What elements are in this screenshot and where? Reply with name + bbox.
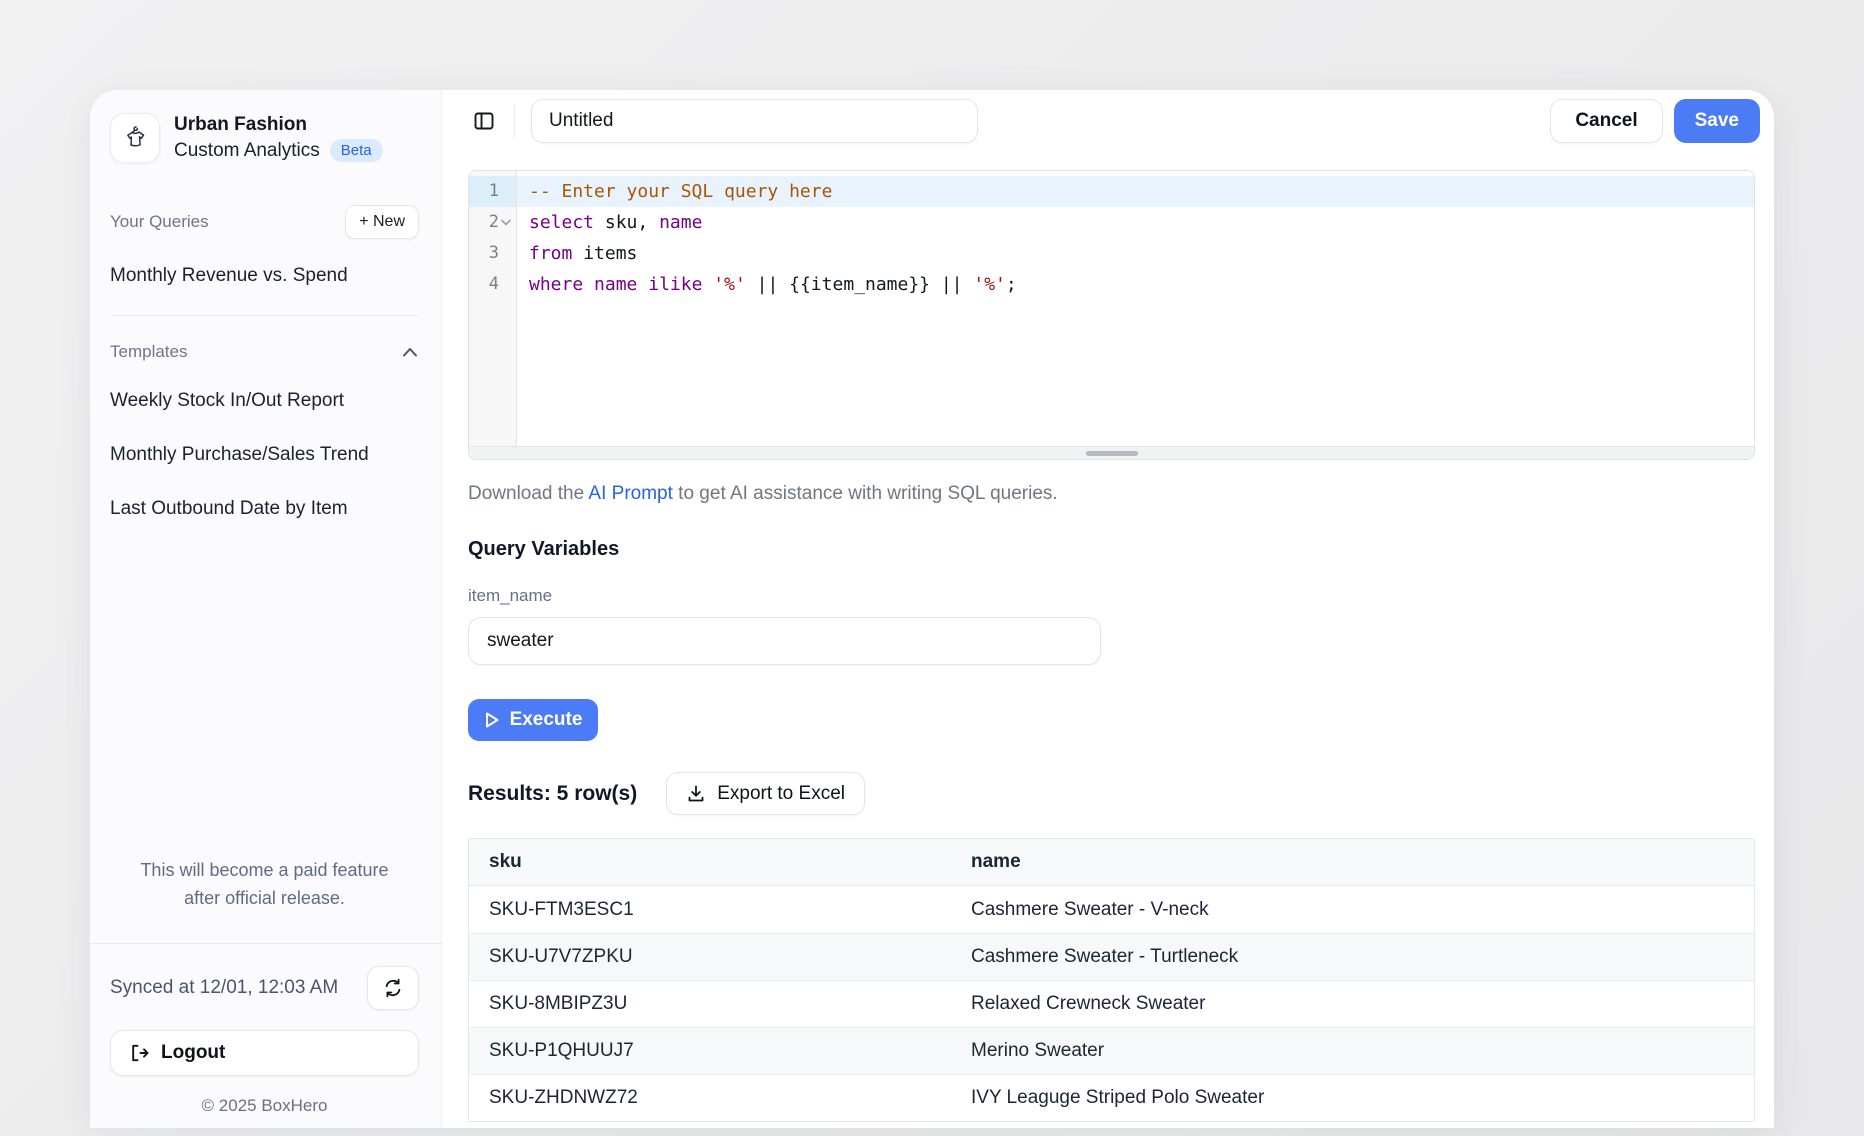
line-number: 2 [489,207,499,238]
save-button[interactable]: Save [1674,99,1760,143]
table-header-row: sku name [469,839,1754,886]
ai-prompt-link[interactable]: AI Prompt [588,483,672,504]
table-row: SKU-FTM3ESC1 Cashmere Sweater - V-neck [469,886,1754,933]
cell-sku: SKU-P1QHUUJ7 [469,1040,951,1062]
gutter-line: 4 [469,269,516,300]
app-window: Urban Fashion Custom Analytics Beta Your… [90,90,1774,1128]
table-row: SKU-U7V7ZPKU Cashmere Sweater - Turtlene… [469,933,1754,980]
table-row: SKU-P1QHUUJ7 Merino Sweater [469,1027,1754,1074]
sql-comment: -- Enter your SQL query here [529,181,832,202]
cell-name: IVY Leaguge Striped Polo Sweater [951,1087,1754,1109]
sidebar-footer-divider [90,943,441,944]
cell-sku: SKU-8MBIPZ3U [469,993,951,1015]
query-title-input[interactable] [531,99,978,143]
new-query-button[interactable]: + New [345,205,419,239]
synced-status-text: Synced at 12/01, 12:03 AM [110,977,338,999]
brand-logo [110,113,160,163]
paid-feature-notice-line2: after official release. [110,885,419,913]
brand: Urban Fashion Custom Analytics Beta [110,112,419,163]
results-table: sku name SKU-FTM3ESC1 Cashmere Sweater -… [468,838,1755,1122]
code-line: where name ilike '%' || {{item_name}} ||… [517,269,1754,300]
results-header-row: Results: 5 row(s) Export to Excel [468,772,1760,815]
templates-section-header: Templates [110,342,419,362]
sidebar-item-query[interactable]: Monthly Revenue vs. Spend [110,265,419,287]
cell-name: Merino Sweater [951,1040,1754,1062]
cell-sku: SKU-ZHDNWZ72 [469,1087,951,1109]
sync-row: Synced at 12/01, 12:03 AM [110,966,419,1010]
sidebar-divider [110,315,419,316]
column-header-sku: sku [469,851,951,873]
ai-assistance-note: Download the AI Prompt to get AI assista… [468,483,1760,505]
results-count-heading: Results: 5 row(s) [468,782,637,806]
cell-name: Relaxed Crewneck Sweater [951,993,1754,1015]
panel-left-icon [472,109,496,133]
variable-label-item-name: item_name [468,586,1760,606]
gutter-line: 2 [469,207,516,238]
toolbar: Cancel Save [468,97,1760,145]
beta-badge: Beta [330,139,383,162]
brand-title: Urban Fashion [174,112,383,138]
fold-chevron-icon[interactable] [501,219,511,226]
code-line: from items [517,238,1754,269]
line-number: 4 [489,269,499,300]
refresh-icon [383,978,403,998]
copyright-text: © 2025 BoxHero [110,1096,419,1116]
gutter-line: 1 [469,176,516,207]
queries-section-label: Your Queries [110,212,209,232]
sidebar-item-template[interactable]: Weekly Stock In/Out Report [110,374,419,428]
code-line: -- Enter your SQL query here [517,176,1754,207]
download-icon [686,784,706,804]
paid-feature-notice: This will become a paid feature after of… [110,857,419,913]
ai-note-suffix: to get AI assistance with writing SQL qu… [673,483,1058,504]
line-number: 3 [489,238,499,269]
editor-gutter: 1 2 3 [469,171,517,446]
cell-name: Cashmere Sweater - Turtleneck [951,946,1754,968]
cell-sku: SKU-U7V7ZPKU [469,946,951,968]
play-icon [484,711,500,729]
brand-subtitle: Custom Analytics [174,138,320,164]
table-row: SKU-8MBIPZ3U Relaxed Crewneck Sweater [469,980,1754,1027]
query-variables-heading: Query Variables [468,538,1760,561]
export-label: Export to Excel [717,783,845,805]
logout-icon [129,1043,149,1063]
sidebar: Urban Fashion Custom Analytics Beta Your… [90,90,442,1128]
main-panel: Cancel Save 1 2 [442,90,1774,1128]
sidebar-toggle-button[interactable] [468,105,500,137]
chevron-up-icon[interactable] [401,346,419,358]
toolbar-separator [514,104,515,138]
editor-resize-handle[interactable] [469,446,1754,459]
cell-sku: SKU-FTM3ESC1 [469,899,951,921]
sql-editor-area[interactable]: 1 2 3 [469,171,1754,446]
execute-label: Execute [510,709,583,731]
export-to-excel-button[interactable]: Export to Excel [666,772,865,815]
variable-input-item-name[interactable] [468,617,1101,665]
cancel-button[interactable]: Cancel [1550,99,1662,143]
sidebar-spacer [110,536,419,857]
logout-button[interactable]: Logout [110,1030,419,1076]
brand-text: Urban Fashion Custom Analytics Beta [174,112,383,163]
paid-feature-notice-line1: This will become a paid feature [110,857,419,885]
sidebar-item-template[interactable]: Last Outbound Date by Item [110,482,419,536]
templates-section-label: Templates [110,342,187,362]
editor-code[interactable]: -- Enter your SQL query here select sku,… [517,171,1754,446]
sidebar-item-template[interactable]: Monthly Purchase/Sales Trend [110,428,419,482]
queries-section-header: Your Queries + New [110,205,419,239]
code-line: select sku, name [517,207,1754,238]
cell-name: Cashmere Sweater - V-neck [951,899,1754,921]
line-number: 1 [489,176,499,207]
sql-editor[interactable]: 1 2 3 [468,170,1755,460]
table-row: SKU-ZHDNWZ72 IVY Leaguge Striped Polo Sw… [469,1074,1754,1121]
drag-pill [1086,451,1138,456]
execute-button[interactable]: Execute [468,699,598,741]
refresh-button[interactable] [367,966,419,1010]
gutter-line: 3 [469,238,516,269]
column-header-name: name [951,851,1754,873]
logout-label: Logout [161,1042,225,1064]
ai-note-prefix: Download the [468,483,588,504]
tshirt-hanger-icon [120,123,150,153]
